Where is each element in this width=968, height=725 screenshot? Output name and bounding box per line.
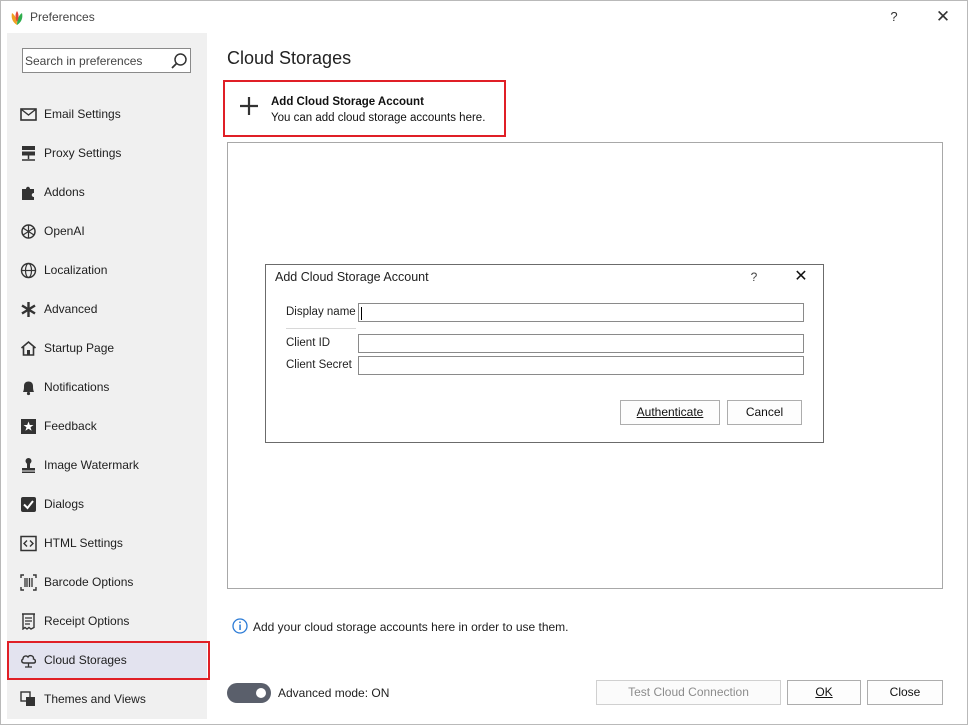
barcode-icon [20, 574, 37, 591]
test-cloud-connection-button[interactable]: Test Cloud Connection [596, 680, 781, 705]
server-icon [22, 146, 35, 161]
sidebar-item-label: Feedback [44, 419, 97, 433]
sidebar-item-label: Email Settings [44, 107, 121, 121]
sidebar-item-dialogs[interactable]: Dialogs [7, 486, 207, 522]
client-secret-label: Client Secret [286, 359, 352, 371]
sidebar-item-label: Advanced [44, 302, 98, 316]
ok-button[interactable]: OK [787, 680, 861, 705]
client-id-label: Client ID [286, 337, 331, 349]
authenticate-button[interactable]: Authenticate [620, 400, 720, 425]
envelope-icon [20, 108, 37, 121]
advanced-mode-label: Advanced mode: ON [278, 686, 390, 700]
openai-icon [21, 224, 36, 239]
add-account-subtitle: You can add cloud storage accounts here. [271, 112, 486, 124]
app-logo-icon [11, 11, 23, 25]
title-bar: Preferences ? ✕ [1, 1, 967, 33]
sidebar-item-label: Localization [44, 263, 108, 277]
display-name-label: Display name [286, 306, 356, 318]
cancel-button[interactable]: Cancel [727, 400, 802, 425]
window-title: Preferences [30, 10, 95, 24]
page-title: Cloud Storages [227, 48, 352, 68]
display-name-field[interactable] [358, 303, 804, 322]
dialog-help-button[interactable]: ? [747, 270, 761, 286]
puzzle-icon [22, 186, 34, 200]
add-account-title: Add Cloud Storage Account [271, 96, 424, 108]
sidebar-item-label: Barcode Options [44, 575, 134, 589]
field-separator [286, 328, 356, 329]
add-cloud-storage-account-button[interactable]: Add Cloud Storage Account You can add cl… [223, 80, 506, 137]
sidebar-item-addons[interactable]: Addons [7, 174, 207, 210]
stamp-icon [22, 458, 35, 473]
sidebar-item-startup-page[interactable]: Startup Page [7, 330, 207, 366]
info-icon [232, 618, 248, 634]
code-icon [20, 535, 37, 552]
sidebar-item-receipt-options[interactable]: Receipt Options [7, 603, 207, 639]
add-cloud-storage-dialog: Add Cloud Storage Account ? ✕ Display na… [265, 264, 824, 443]
search-icon[interactable] [170, 52, 188, 70]
search-input[interactable] [25, 52, 165, 69]
sidebar-item-label: Themes and Views [44, 692, 146, 706]
palette-icon [20, 691, 35, 706]
sidebar-item-email-settings[interactable]: Email Settings [7, 96, 207, 132]
toggle-knob [256, 688, 266, 698]
bell-icon [23, 381, 34, 396]
dialog-title: Add Cloud Storage Account [275, 270, 429, 284]
sidebar-item-label: Receipt Options [44, 614, 130, 628]
plus-icon [240, 97, 258, 115]
sidebar-item-label: Image Watermark [44, 458, 139, 472]
sidebar-item-themes-and-views[interactable]: Themes and Views [7, 681, 207, 717]
asterisk-icon [21, 302, 36, 317]
dialog-close-button[interactable]: ✕ [792, 268, 810, 286]
sidebar-item-label: HTML Settings [44, 536, 123, 550]
sidebar-item-html-settings[interactable]: HTML Settings [7, 525, 207, 561]
client-id-field[interactable] [358, 334, 804, 353]
sidebar-item-label: Proxy Settings [44, 146, 122, 160]
sidebar-item-label: Startup Page [44, 341, 115, 355]
sidebar-item-image-watermark[interactable]: Image Watermark [7, 447, 207, 483]
sidebar-item-label: OpenAI [44, 224, 85, 238]
star-icon [21, 419, 36, 434]
receipt-icon [22, 613, 35, 630]
sidebar-item-openai[interactable]: OpenAI [7, 213, 207, 249]
sidebar-item-localization[interactable]: Localization [7, 252, 207, 288]
text-caret [361, 307, 362, 320]
selection-highlight-box [7, 641, 210, 680]
close-button[interactable]: Close [867, 680, 943, 705]
search-box[interactable] [22, 48, 191, 73]
house-icon [20, 340, 37, 356]
info-text: Add your cloud storage accounts here in … [253, 620, 569, 634]
checkbox-icon [21, 497, 36, 512]
sidebar-item-notifications[interactable]: Notifications [7, 369, 207, 405]
close-window-button[interactable]: ✕ [933, 7, 953, 27]
help-button[interactable]: ? [885, 8, 903, 26]
client-secret-field[interactable] [358, 356, 804, 375]
sidebar-item-proxy-settings[interactable]: Proxy Settings [7, 135, 207, 171]
sidebar-item-label: Dialogs [44, 497, 85, 511]
sidebar-item-label: Notifications [44, 380, 110, 394]
sidebar-item-feedback[interactable]: Feedback [7, 408, 207, 444]
advanced-mode-toggle[interactable] [227, 683, 271, 703]
sidebar-item-barcode-options[interactable]: Barcode Options [7, 564, 207, 600]
preferences-window: Preferences ? ✕ Email Settings Proxy Set… [0, 0, 968, 725]
sidebar-item-label: Addons [44, 185, 85, 199]
sidebar: Email Settings Proxy Settings Addons Ope… [7, 33, 210, 719]
globe-icon [20, 262, 37, 279]
sidebar-item-advanced[interactable]: Advanced [7, 291, 207, 327]
